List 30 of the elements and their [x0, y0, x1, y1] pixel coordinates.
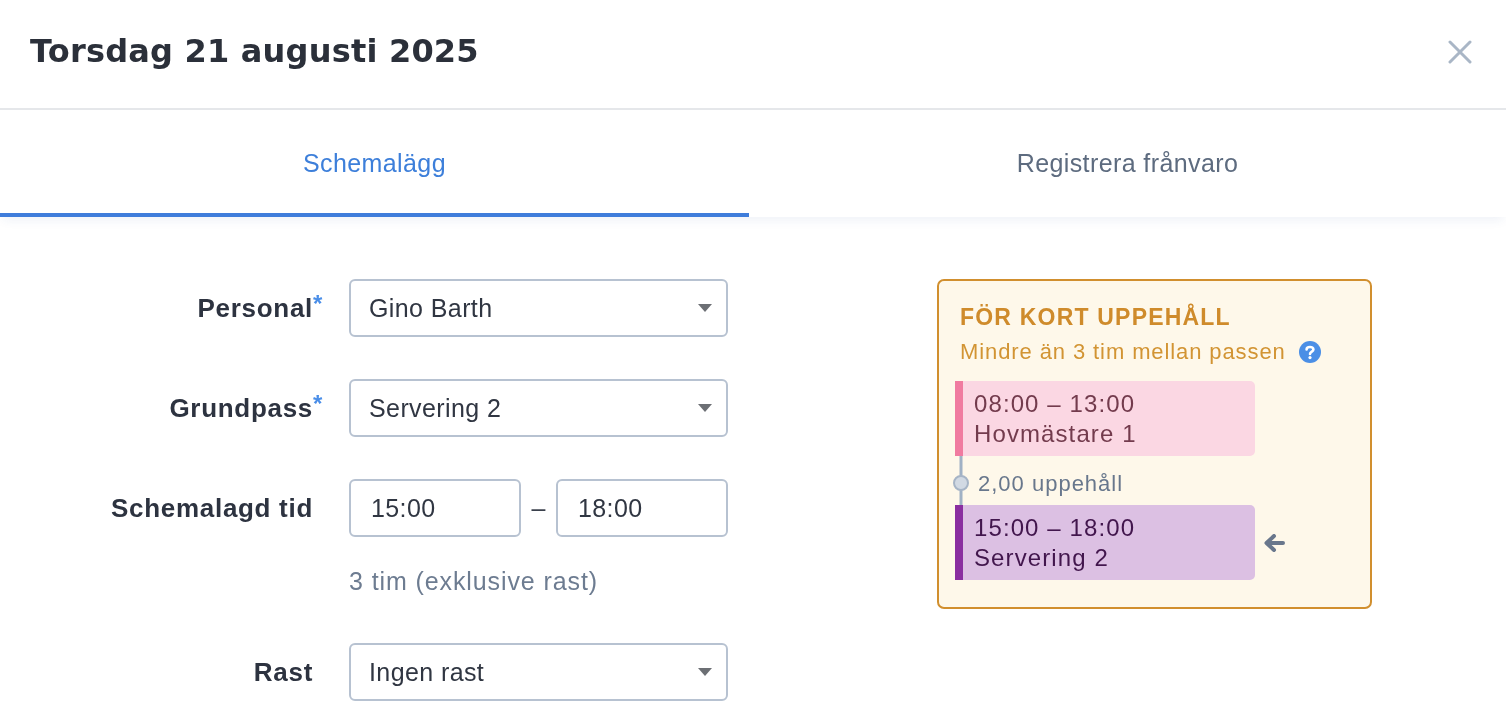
field-label: Personal [197, 292, 313, 324]
caret-icon [698, 304, 712, 312]
field-label: Rast [253, 656, 313, 688]
dropdown-field[interactable]: Gino Barth [349, 279, 728, 337]
end-time-input[interactable]: 18:00 [556, 479, 728, 537]
caret-icon [698, 404, 712, 412]
required-mark: * [313, 290, 324, 318]
close-icon [1448, 40, 1472, 64]
dropdown-field[interactable]: Servering 2 [349, 379, 728, 437]
duration-hint: 3 tim (exklusive rast) [349, 566, 599, 597]
dropdown-field[interactable]: Ingen rast [349, 643, 728, 701]
shift-name: Servering 2 [974, 542, 1110, 573]
dialog-title: Torsdag 21 augusti 2025 [30, 32, 479, 70]
shift-time: 15:00 – 18:00 [974, 512, 1136, 543]
shift-time: 08:00 – 13:00 [974, 388, 1137, 419]
gap-duration: 2,00 uppehåll [978, 470, 1124, 497]
field-label: Grundpass [169, 392, 313, 424]
help-icon[interactable] [1298, 341, 1321, 363]
required-mark: * [313, 390, 324, 417]
close-button[interactable] [1448, 40, 1472, 64]
tab[interactable]: Registrera frånvaro [749, 110, 1506, 217]
warning-title: FÖR KORT UPPEHÅLL [960, 304, 1231, 330]
start-time-input[interactable]: 15:00 [349, 479, 521, 537]
tab[interactable]: Schemalägg [0, 110, 749, 217]
shift-name: Hovmästare 1 [974, 418, 1137, 449]
field-label: Schemalagd tid [111, 492, 313, 524]
caret-icon [698, 668, 712, 676]
timeline-connector-icon [953, 456, 969, 505]
range-separator: – [530, 493, 547, 523]
warning-message: Mindre än 3 tim mellan passen [960, 338, 1286, 366]
